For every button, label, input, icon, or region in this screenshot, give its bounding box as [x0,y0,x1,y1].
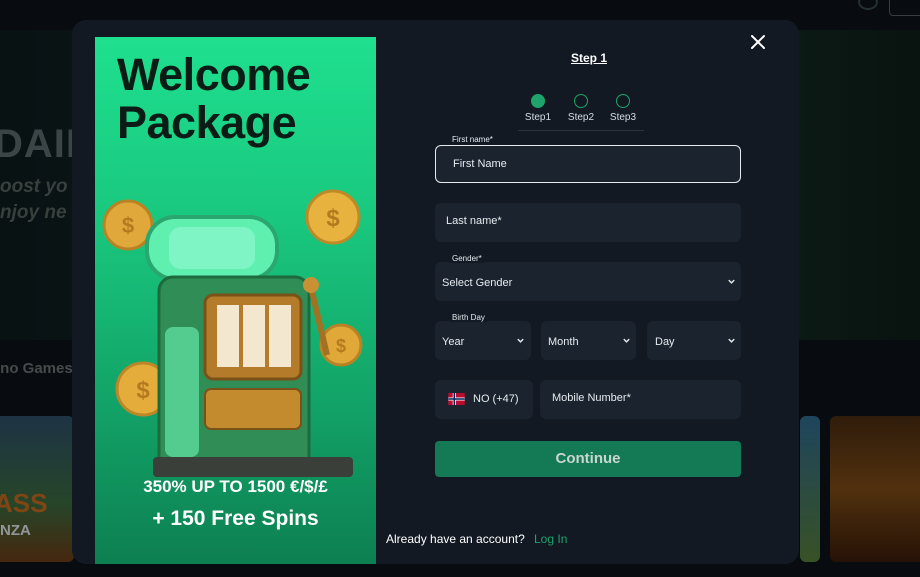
first-name-input[interactable]: First Name [435,145,741,183]
last-name-placeholder: Last name* [446,215,502,227]
step-dot [616,94,630,108]
mobile-number-placeholder: Mobile Number* [552,392,631,404]
step-3: Step3 [603,94,643,123]
phone-code-select[interactable]: NO (+47) [435,380,533,419]
birth-day-select[interactable]: Day [647,321,741,360]
promo-title: Welcome Package [117,49,311,148]
svg-text:$: $ [336,336,346,356]
step-title: Step 1 [571,51,608,65]
birth-day-value: Day [655,336,675,348]
norway-flag-icon [448,393,465,405]
slot-machine-illustration: $ $ $ $ [102,189,363,477]
step-2: Step2 [561,94,601,123]
chevron-down-icon [728,279,735,284]
registration-modal: Welcome Package $ $ $ $ 350% UP TO 1500 … [72,20,799,564]
close-icon[interactable] [748,32,768,52]
birth-year-value: Year [442,336,465,348]
phone-code-value: NO (+47) [473,393,519,405]
gender-select[interactable]: Select Gender [435,262,741,301]
account-prompt: Already have an account? [386,532,525,546]
login-link[interactable]: Log In [534,532,567,546]
stepper-underline [518,130,644,131]
birthday-label: Birth Day [450,313,487,322]
step-dot [574,94,588,108]
step-1: Step1 [518,94,558,123]
last-name-input[interactable]: Last name* [435,203,741,242]
coin-icon: $ [102,199,154,251]
promo-panel: Welcome Package $ $ $ $ 350% UP TO 1500 … [95,37,376,564]
promo-spins-text: + 150 Free Spins [152,507,319,530]
step-label: Step2 [567,112,595,123]
chevron-down-icon [728,338,735,343]
stepper: Step1 Step2 Step3 [518,94,644,132]
step-dot-active [531,94,545,108]
birth-month-select[interactable]: Month [541,321,636,360]
svg-text:$: $ [136,377,150,404]
step-label: Step3 [609,112,637,123]
svg-text:$: $ [122,213,134,238]
first-name-label: First name* [450,135,495,144]
chevron-down-icon [623,338,630,343]
close-button[interactable] [748,32,768,52]
mobile-number-input[interactable]: Mobile Number* [540,380,741,419]
birth-year-select[interactable]: Year [435,321,531,360]
first-name-placeholder: First Name [453,158,507,170]
gender-value: Select Gender [442,277,513,289]
continue-button[interactable]: Continue [435,441,741,477]
chevron-down-icon [517,338,524,343]
svg-text:$: $ [326,205,340,232]
step-label: Step1 [524,112,552,123]
gender-label: Gender* [450,254,484,263]
promo-bonus-text: 350% UP TO 1500 €/$/£ [143,477,328,496]
birth-month-value: Month [548,336,579,348]
coin-icon: $ [305,189,361,245]
